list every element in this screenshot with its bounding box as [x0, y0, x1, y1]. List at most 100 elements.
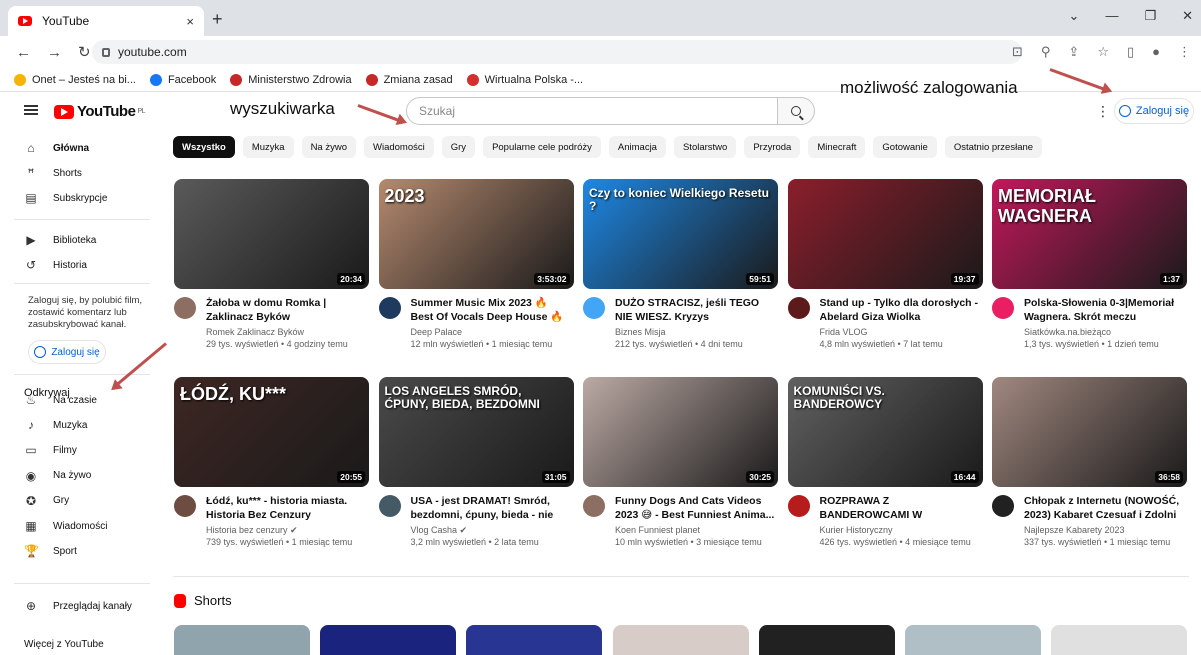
channel-name[interactable]: Deep Palace [411, 327, 463, 337]
channel-name[interactable]: Siatkówka.na.bieżąco [1024, 327, 1111, 337]
chip-7[interactable]: Stolarstwo [673, 136, 737, 158]
video-thumbnail[interactable]: 19:37 [787, 179, 983, 289]
short-thumbnail[interactable] [174, 625, 310, 655]
maximize-icon[interactable]: ❐ [1144, 8, 1156, 24]
channel-name[interactable]: Biznes Misja [615, 327, 666, 337]
chip-5[interactable]: Popularne cele podróży [483, 136, 601, 158]
channel-avatar[interactable] [174, 495, 196, 517]
sidebar-item-news[interactable]: ▦ Wiadomości [24, 519, 107, 533]
video-title[interactable]: USA - jest DRAMAT! Smród, bezdomni, ćpun… [411, 494, 571, 522]
bookmark-item[interactable]: Onet – Jesteś na bi... [14, 73, 136, 86]
channel-avatar[interactable] [583, 495, 605, 517]
video-thumbnail[interactable]: 36:58 [992, 377, 1187, 487]
chip-0[interactable]: Wszystko [173, 136, 235, 158]
tab-close-icon[interactable]: × [186, 14, 194, 29]
channel-avatar[interactable] [583, 297, 605, 319]
chip-8[interactable]: Przyroda [744, 136, 801, 158]
profile-icon[interactable]: ● [1152, 44, 1160, 60]
channel-avatar[interactable] [174, 297, 196, 319]
sidebar-login-button[interactable]: Zaloguj się [28, 340, 106, 364]
video-thumbnail[interactable]: 30:25 [583, 377, 778, 487]
channel-avatar[interactable] [787, 495, 810, 517]
video-card[interactable]: Czy to koniec Wielkiego Resetu ? 59:51 DUŻ… [583, 179, 778, 349]
video-title[interactable]: Polska-Słowenia 0-3|Memoriał Wagnera. Sk… [1024, 296, 1184, 324]
chip-3[interactable]: Wiadomości [364, 136, 434, 158]
video-thumbnail[interactable]: KOMUNIŚCI VS. BANDEROWCY 16:44 [787, 377, 983, 487]
tab-search-chevron-icon[interactable]: ⌄ [1069, 8, 1080, 24]
browser-menu-icon[interactable]: ⋮ [1178, 44, 1191, 60]
short-thumbnail[interactable] [905, 625, 1041, 655]
video-thumbnail[interactable]: 2023 3:53:02 [378, 179, 574, 289]
youtube-logo[interactable]: YouTube PL [54, 103, 145, 120]
chip-1[interactable]: Muzyka [242, 136, 294, 158]
sidebar-item-library[interactable]: ▶ Biblioteka [24, 233, 96, 247]
video-title[interactable]: Chłopak z Internetu (NOWOŚĆ, 2023) Kabar… [1024, 494, 1184, 522]
video-card[interactable]: KOMUNIŚCI VS. BANDEROWCY 16:44 ROZPRAWA Z … [787, 377, 983, 547]
search-input[interactable]: Szukaj [406, 97, 778, 125]
video-thumbnail[interactable]: LOS ANGELES SMRÓD, ĆPUNY, BIEDA, BEZDOMN… [378, 377, 574, 487]
bookmark-item[interactable]: Ministerstwo Zdrowia [230, 73, 352, 86]
chip-9[interactable]: Minecraft [808, 136, 866, 158]
header-login-button[interactable]: Zaloguj się [1114, 98, 1194, 124]
side-panel-icon[interactable]: ▯ [1127, 44, 1134, 60]
video-card[interactable]: 2023 3:53:02 Summer Music Mix 2023 🔥 Best … [378, 179, 574, 349]
video-thumbnail[interactable]: 20:34 [174, 179, 369, 289]
video-card[interactable]: 20:34 Żałoba w domu Romka | Zaklinacz Byk… [174, 179, 369, 349]
minimize-icon[interactable]: — [1105, 8, 1118, 24]
sidebar-item-home[interactable]: ⌂ Główna [24, 141, 89, 155]
sidebar-item-movies[interactable]: ▭ Filmy [24, 443, 77, 457]
video-thumbnail[interactable]: MEMORIAŁ WAGNERA 1:37 [992, 179, 1187, 289]
chip-4[interactable]: Gry [441, 136, 476, 158]
chip-6[interactable]: Animacja [608, 136, 666, 158]
sidebar-item-trending[interactable]: ♨ Na czasie [24, 393, 97, 407]
bookmark-item[interactable]: Zmiana zasad [365, 73, 453, 86]
video-card[interactable]: 19:37 Stand up - Tylko dla dorosłych - Ab… [787, 179, 983, 349]
video-card[interactable]: ŁÓDŹ, KU*** 20:55 Łódź, ku*** - historia m… [174, 377, 369, 547]
browser-tab[interactable]: YouTube × [8, 6, 204, 36]
sidebar-item-shorts[interactable]: ꟸ Shorts [24, 166, 82, 180]
sidebar-item-sport[interactable]: 🏆 Sport [24, 544, 77, 558]
back-icon[interactable]: ← [16, 44, 31, 61]
channel-avatar[interactable] [992, 297, 1014, 319]
video-card[interactable]: 36:58 Chłopak z Internetu (NOWOŚĆ, 2023) … [992, 377, 1187, 547]
sidebar-item-music[interactable]: ♪ Muzyka [24, 418, 87, 432]
chip-2[interactable]: Na żywo [301, 136, 356, 158]
short-thumbnail[interactable] [320, 625, 457, 655]
video-card[interactable]: MEMORIAŁ WAGNERA 1:37 Polska-Słowenia 0-3|… [992, 179, 1187, 349]
search-button[interactable] [777, 97, 815, 125]
channel-name[interactable]: Kurier Historyczny [820, 525, 893, 535]
channel-avatar[interactable] [787, 297, 810, 319]
zoom-icon[interactable]: ⚲ [1041, 44, 1051, 60]
channel-name[interactable]: Frida VLOG [820, 327, 868, 337]
bookmark-item[interactable]: Facebook [149, 73, 216, 86]
video-title[interactable]: Funny Dogs And Cats Videos 2023 😅 - Best… [615, 494, 775, 522]
video-thumbnail[interactable]: Czy to koniec Wielkiego Resetu ? 59:51 [583, 179, 778, 289]
short-thumbnail[interactable] [466, 625, 603, 655]
sidebar-item-channels[interactable]: ⊕ Przeglądaj kanały [24, 599, 132, 613]
settings-dots-icon[interactable]: ⋮ [1096, 103, 1110, 120]
url-input[interactable]: youtube.com [92, 40, 1022, 64]
bookmark-star-icon[interactable]: ☆ [1097, 44, 1109, 60]
video-title[interactable]: ROZPRAWA Z BANDEROWCAMI W POWOJENNEJ POL… [820, 494, 980, 522]
sidebar-item-live[interactable]: ◉ Na żywo [24, 469, 92, 483]
channel-name[interactable]: Romek Zaklinacz Byków [206, 327, 304, 337]
chip-11[interactable]: Ostatnio przesłane [944, 136, 1043, 158]
video-title[interactable]: Stand up - Tylko dla dorosłych - Abelard… [820, 296, 980, 324]
video-title[interactable]: Łódź, ku*** - historia miasta. Historia … [206, 494, 366, 522]
sidebar-item-history[interactable]: ↺ Historia [24, 258, 87, 272]
video-title[interactable]: DUŻO STRACISZ, jeśli TEGO NIE WIESZ. Kry… [615, 296, 775, 324]
short-thumbnail[interactable] [1051, 625, 1188, 655]
channel-name[interactable]: Koen Funniest planet [615, 525, 700, 535]
share-icon[interactable]: ⇪ [1068, 44, 1079, 60]
forward-icon[interactable]: → [47, 44, 62, 61]
chip-10[interactable]: Gotowanie [873, 136, 937, 158]
bookmark-item[interactable]: Wirtualna Polska -... [466, 73, 583, 86]
short-thumbnail[interactable] [612, 625, 749, 655]
channel-name[interactable]: Vlog Casha ✔ [411, 525, 468, 536]
reload-icon[interactable]: ↻ [78, 43, 91, 61]
menu-hamburger-icon[interactable] [24, 105, 38, 115]
channel-name[interactable]: Historia bez cenzury ✔ [206, 525, 298, 536]
video-title[interactable]: Żałoba w domu Romka | Zaklinacz Byków [206, 296, 366, 324]
sidebar-item-gaming[interactable]: ✪ Gry [24, 494, 69, 508]
channel-name[interactable]: Najlepsze Kabarety 2023 [1024, 525, 1125, 535]
